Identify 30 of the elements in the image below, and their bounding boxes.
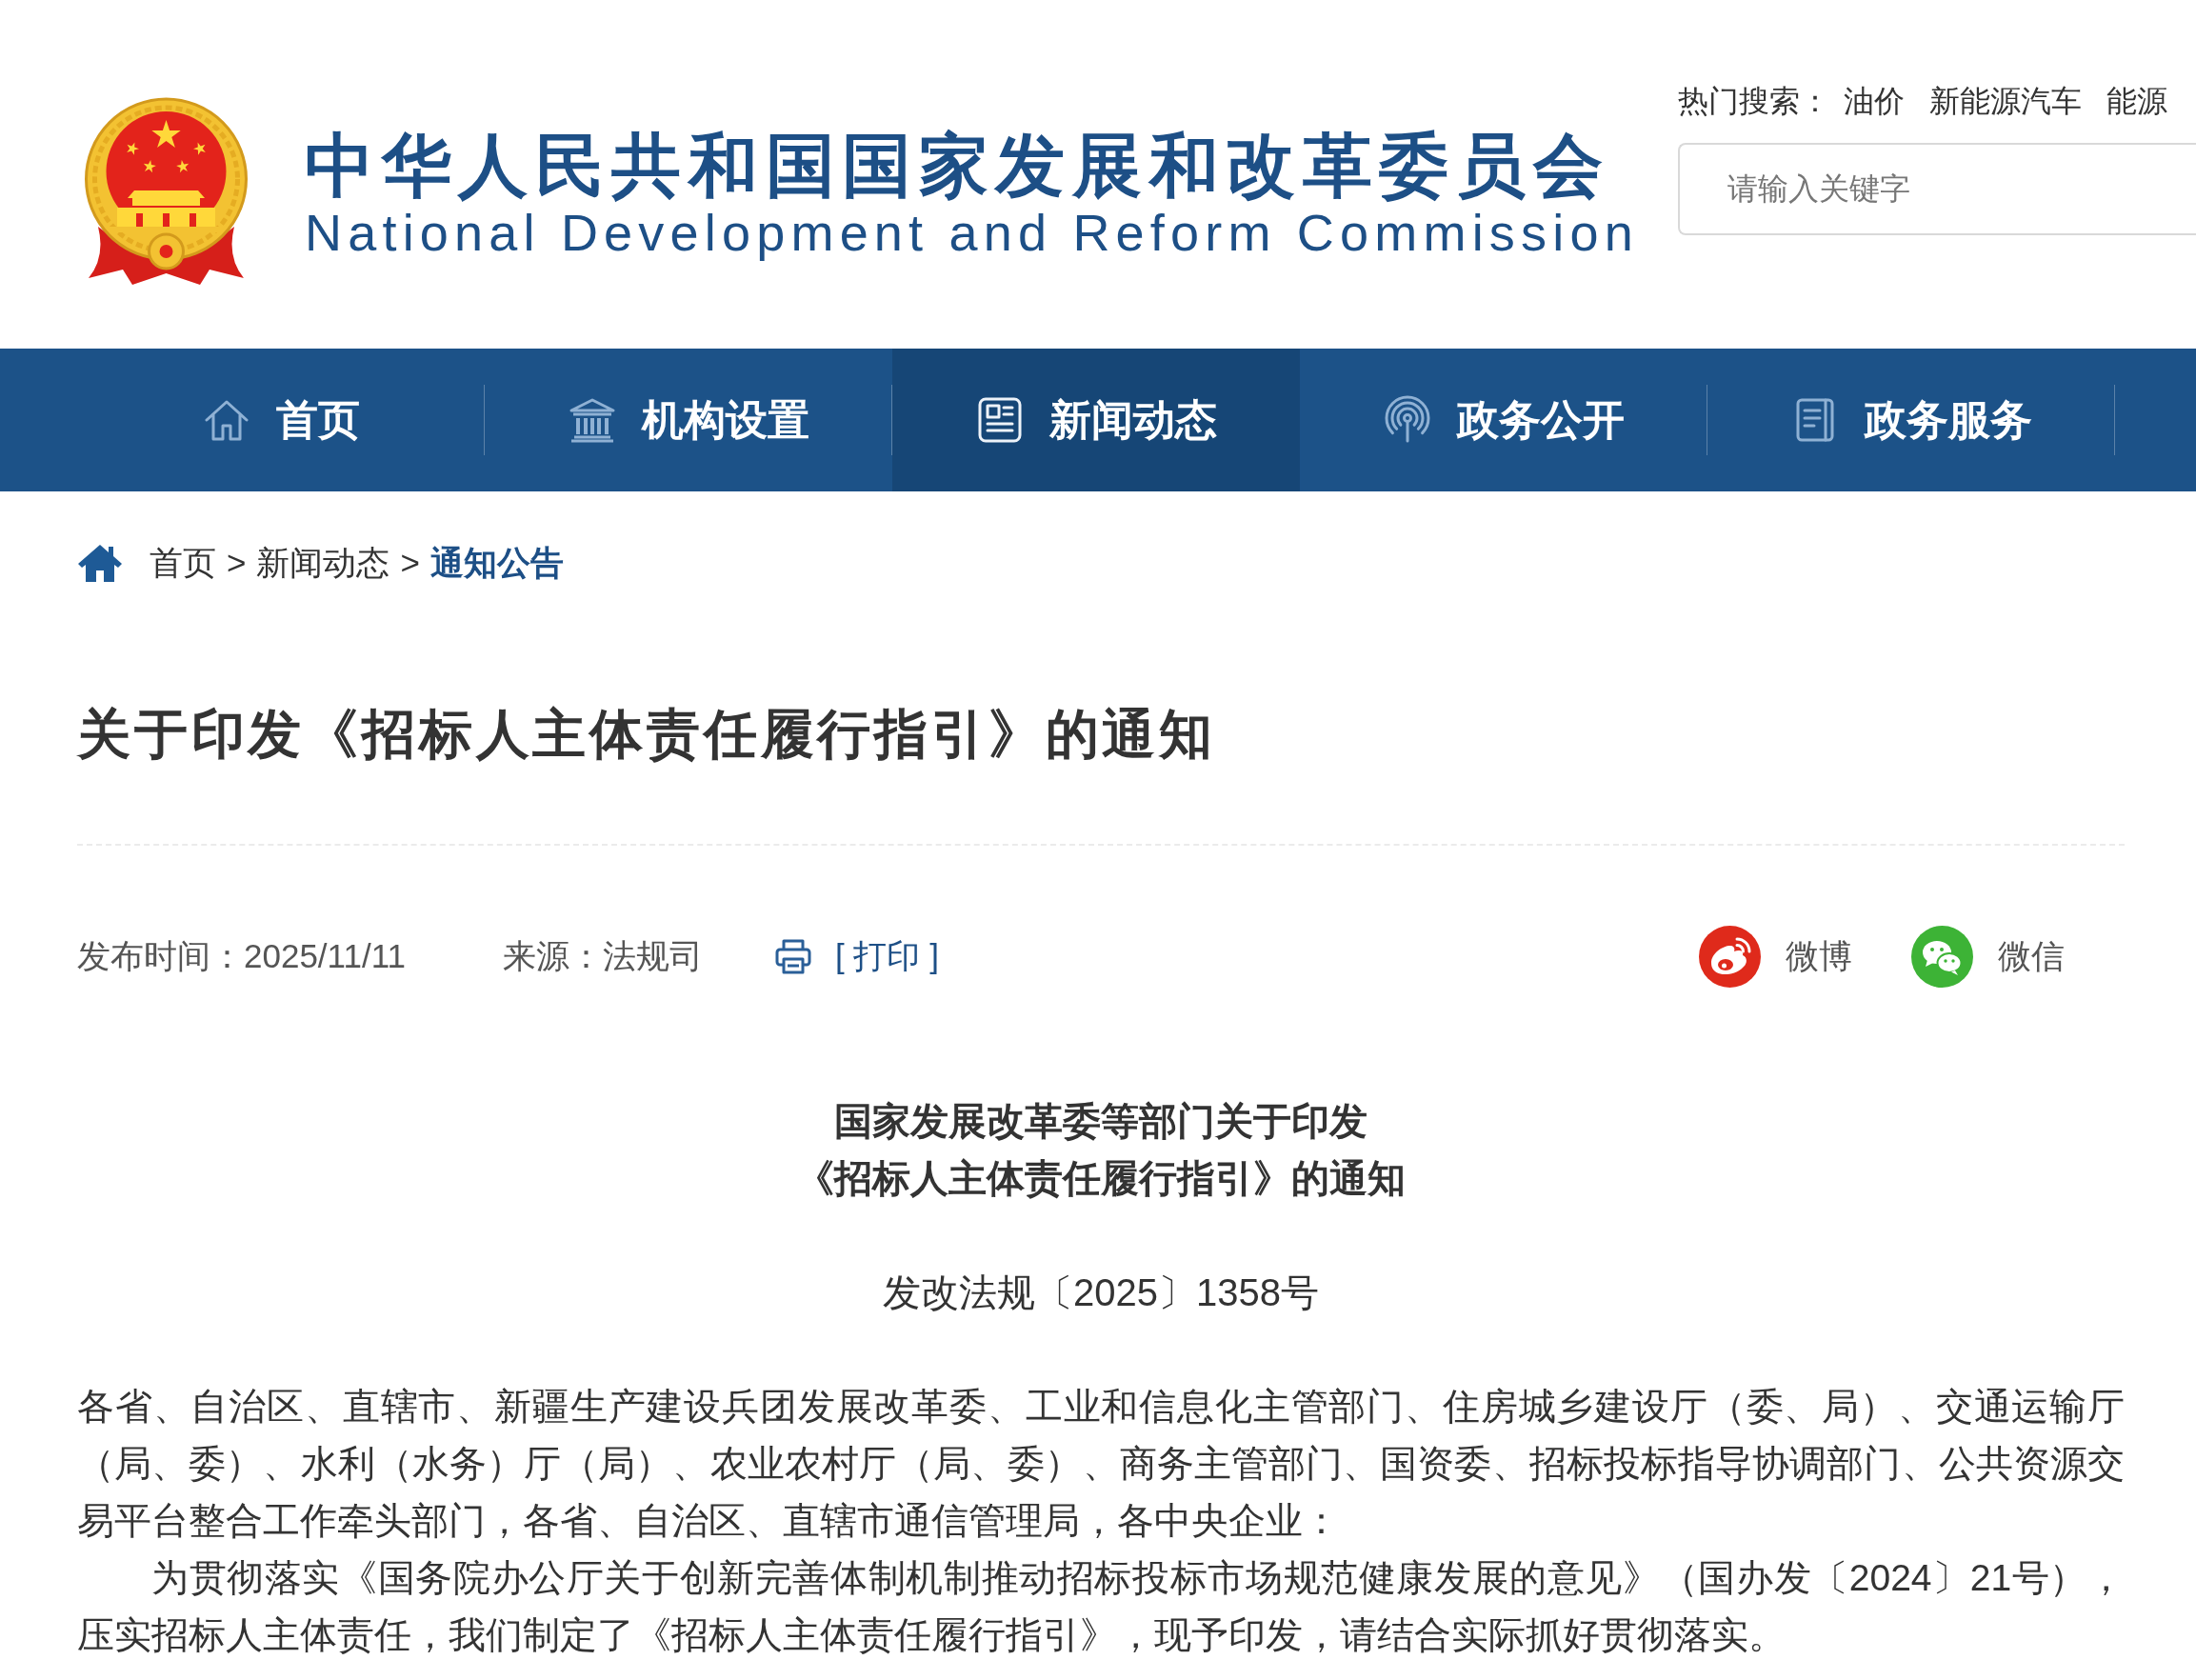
home-icon[interactable] (77, 543, 123, 583)
paragraph: 为贯彻落实《国务院办公厅关于创新完善体制机制推动招标投标市场规范健康发展的意见》（国办发〔2024〕21号），压实招标人主体责任，我们制定了《招标人主体责任履行指引》，现予印发，请结合实际抓好贯彻落实。 (77, 1556, 2125, 1657)
share-link[interactable]: 微博 (1699, 925, 1852, 988)
print-link[interactable]: [ 打印 ] (835, 933, 939, 979)
breadcrumb-link[interactable]: 新闻动态 (256, 539, 390, 587)
share-link[interactable]: 微信 (1911, 925, 2065, 988)
breadcrumb-link[interactable]: 首页 (150, 539, 216, 587)
article-title: 关于印发《招标人主体责任履行指引》的通知 (77, 703, 1217, 766)
nav-tab[interactable]: 政务公开 (1300, 349, 1707, 491)
nav-tab[interactable]: 政务服务 (1707, 349, 2115, 491)
site-title: 中华人民共和国国家发展和改革委员会 (305, 128, 1610, 204)
document-heading: 国家发展改革委等部门关于印发 《招标人主体责任履行指引》的通知 (795, 1099, 1407, 1201)
breadcrumb-separator: > (227, 543, 247, 583)
nav-tab[interactable]: 新闻动态 (892, 349, 1300, 491)
paragraph: 各省、自治区、直辖市、新疆生产建设兵团发展改革委、工业和信息化主管部门、住房城乡建设厅（委、局）、交通运输厅（局、委）、水利（水务）厅（局）、农业农村厅（局、委）、商务主管部门、国资委、招标投标指导协调部门、公共资源交易平台整合工作牵头部门，各省、自治区、直辖市通信管理局，各中央企业： (77, 1385, 2125, 1543)
hot-search-link[interactable]: 油价 (1844, 82, 1905, 120)
nav-tab[interactable]: 首页 (77, 349, 485, 491)
broadcast-icon (1383, 395, 1432, 445)
printer-icon[interactable] (774, 938, 812, 974)
source-text: 来源：法规司 (503, 935, 703, 976)
hot-search-label: 热门搜索： (1678, 83, 1830, 120)
breadcrumb-current[interactable]: 通知公告 (429, 539, 564, 587)
hot-search-link[interactable]: 新能源汽车 (1929, 82, 2082, 120)
site-subtitle: National Development and Reform Commission (305, 204, 1639, 261)
breadcrumb-separator: > (400, 543, 420, 583)
document-number: 发改法规〔2025〕1358号 (882, 1270, 1320, 1315)
search-field[interactable]: 请输入关键字 (1678, 143, 2196, 235)
nav-tab[interactable]: 机构设置 (485, 349, 892, 491)
hot-search-link[interactable]: 能源 (2106, 82, 2167, 120)
publish-date: 发布时间：2025/11/11 (77, 935, 406, 976)
